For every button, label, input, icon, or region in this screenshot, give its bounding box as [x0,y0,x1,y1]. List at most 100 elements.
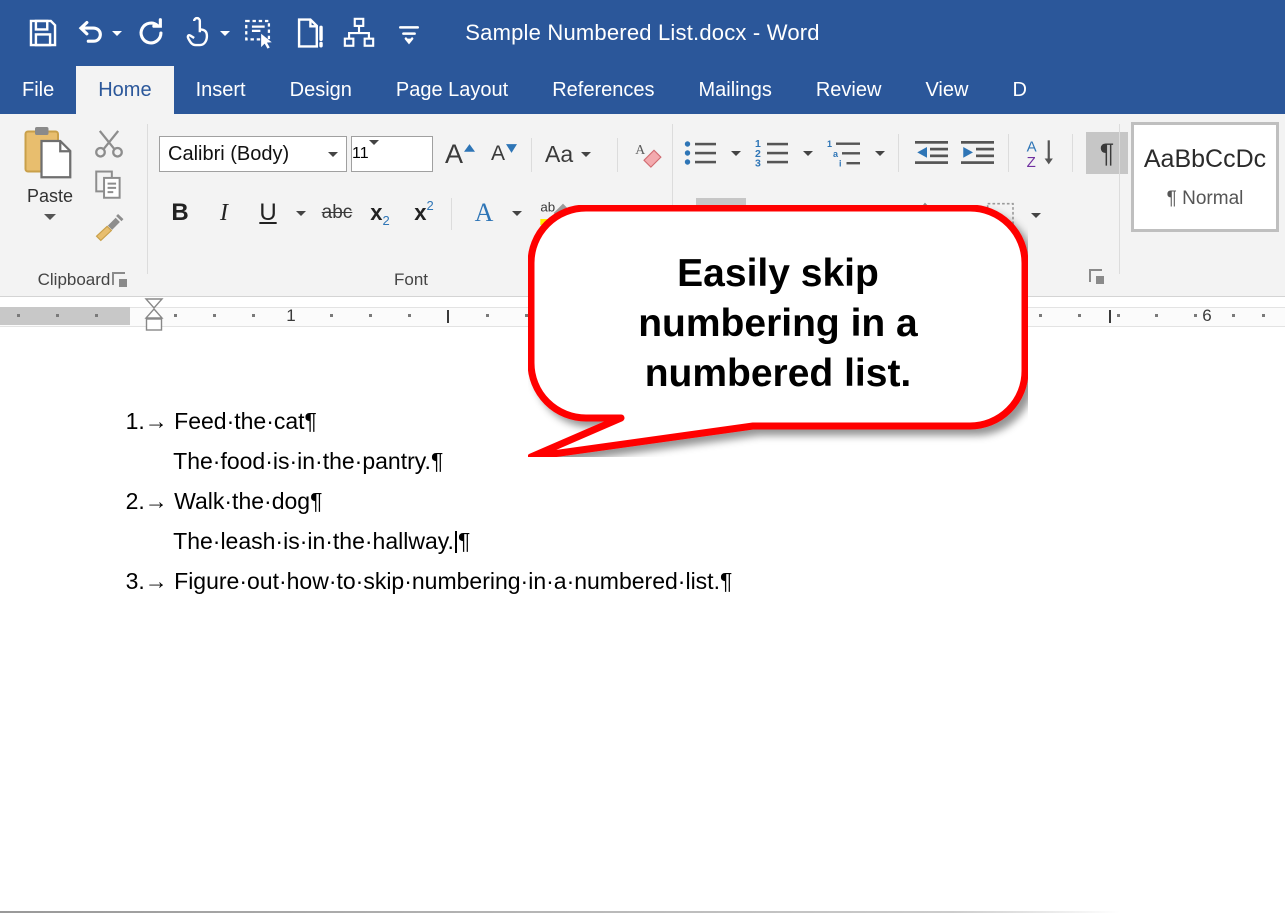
shrink-font-button[interactable]: A [485,136,523,172]
ribbon: Paste Clipboard Calibri (Body) 11 A A Aa… [0,114,1285,297]
font-size-dropdown[interactable] [368,140,379,163]
font-name-input[interactable]: Calibri (Body) [159,136,347,172]
superscript-sup: 2 [426,198,434,213]
svg-text:i: i [839,159,842,169]
superscript-label: x [414,200,427,225]
new-comment-icon[interactable] [288,9,330,57]
document-canvas[interactable]: 1.→ Feed·the·cat¶ The·food·is·in·the·pan… [0,335,1285,913]
svg-text:3: 3 [755,158,761,169]
shading-dropdown-caret[interactable] [950,198,974,232]
copy-button[interactable] [92,168,126,207]
bullets-dropdown-caret[interactable] [724,134,748,172]
horizontal-ruler[interactable]: 1 2 6 [0,297,1285,335]
tab-references[interactable]: References [530,66,676,114]
sort-az-icon: A Z [1027,138,1053,169]
shading-button[interactable] [910,198,950,232]
italic-label: I [220,199,228,226]
text-effects-button[interactable]: A [465,196,503,230]
italic-button[interactable]: I [207,196,241,230]
ribbon-tab-strip: File Home Insert Design Page Layout Refe… [0,66,1285,114]
ribbon-group-clipboard: Paste Clipboard [0,114,148,296]
undo-dropdown-caret[interactable] [112,30,122,36]
multilevel-list-button[interactable]: 1 a i [824,134,866,172]
sort-button[interactable]: A Z [1022,134,1066,172]
smartart-icon[interactable] [338,9,380,57]
change-case-caret[interactable] [581,151,592,157]
undo-icon[interactable] [72,9,122,57]
bold-button[interactable]: B [163,196,197,230]
font-separator-2 [617,138,618,172]
bullets-button[interactable] [680,134,722,172]
change-case-button[interactable]: Aa [545,136,592,172]
font-size-input[interactable]: 11 [351,136,433,172]
borders-button[interactable] [980,198,1022,232]
paste-icon [24,127,72,179]
shading-icon [918,202,939,223]
ruler-bar [0,307,1285,327]
subscript-button[interactable]: x2 [363,196,397,230]
tab-mailings[interactable]: Mailings [677,66,794,114]
bullet-list-icon [684,141,716,165]
cut-button[interactable] [92,126,126,165]
text-effects-caret[interactable] [505,196,529,230]
tab-mark: → [144,568,168,594]
tab-file[interactable]: File [0,66,76,114]
selection-pane-icon[interactable] [238,9,280,57]
ribbon-group-styles: AaBbCcDc ¶ Normal [1121,114,1285,296]
paragraph-dialog-launcher[interactable] [1089,269,1104,284]
text-highlight-button[interactable]: ab [535,196,575,230]
multilevel-dropdown-caret[interactable] [868,134,892,172]
text-effects-label: A [474,198,494,227]
strikethrough-button[interactable]: abc [317,196,357,230]
ruler-tab-stop[interactable] [447,310,449,323]
increase-indent-icon [961,141,994,164]
customize-qat-icon[interactable] [388,9,430,57]
touch-mode-dropdown-caret[interactable] [220,30,230,36]
tab-view[interactable]: View [903,66,990,114]
borders-dropdown-caret[interactable] [1024,198,1048,232]
clipboard-dialog-launcher[interactable] [112,272,127,287]
tab-home[interactable]: Home [76,66,174,114]
grow-font-button[interactable]: A [441,136,479,172]
touch-mode-icon[interactable] [180,9,230,57]
format-painter-icon [95,213,124,242]
font-size-value: 11 [352,145,369,162]
font-name-dropdown[interactable] [320,151,346,157]
underline-label: U [259,199,277,226]
group-separator [147,124,148,274]
shrink-font-label: A [490,142,505,165]
underline-button[interactable]: U [251,196,285,230]
pilcrow-mark: ¶ [719,568,733,594]
redo-icon[interactable] [130,9,172,57]
grow-font-label: A [444,138,463,169]
save-icon[interactable] [22,9,64,57]
style-normal-button[interactable]: AaBbCcDc ¶ Normal [1131,122,1279,232]
ruler-number-6: 6 [1202,306,1212,325]
numbered-list-icon: 1 2 3 [755,138,788,169]
clear-formatting-button[interactable]: A [631,136,667,172]
tab-page-layout[interactable]: Page Layout [374,66,530,114]
tab-review[interactable]: Review [794,66,904,114]
superscript-button[interactable]: x2 [407,196,441,230]
alignment-active-button[interactable] [696,198,746,224]
decrease-indent-icon [915,141,948,164]
underline-dropdown-caret[interactable] [289,196,313,230]
hanging-indent-marker[interactable] [143,297,165,335]
change-case-label: Aa [545,140,574,167]
list-number: 3. [125,568,145,594]
paste-button[interactable]: Paste [14,122,86,220]
tab-developer[interactable]: D [990,66,1048,114]
tab-insert[interactable]: Insert [174,66,268,114]
svg-text:Z: Z [1027,154,1036,169]
quick-access-toolbar [0,0,438,66]
format-painter-button[interactable] [92,210,128,249]
numbering-button[interactable]: 1 2 3 [752,134,794,172]
numbering-dropdown-caret[interactable] [796,134,820,172]
increase-indent-button[interactable] [958,134,1000,172]
bold-label: B [171,199,189,226]
list-item[interactable]: 3.→ Figure·out·how·to·skip·numbering·in·… [100,541,733,622]
paste-dropdown-caret[interactable] [44,214,56,220]
decrease-indent-button[interactable] [912,134,954,172]
tab-design[interactable]: Design [268,66,374,114]
svg-text:A: A [1027,138,1037,155]
